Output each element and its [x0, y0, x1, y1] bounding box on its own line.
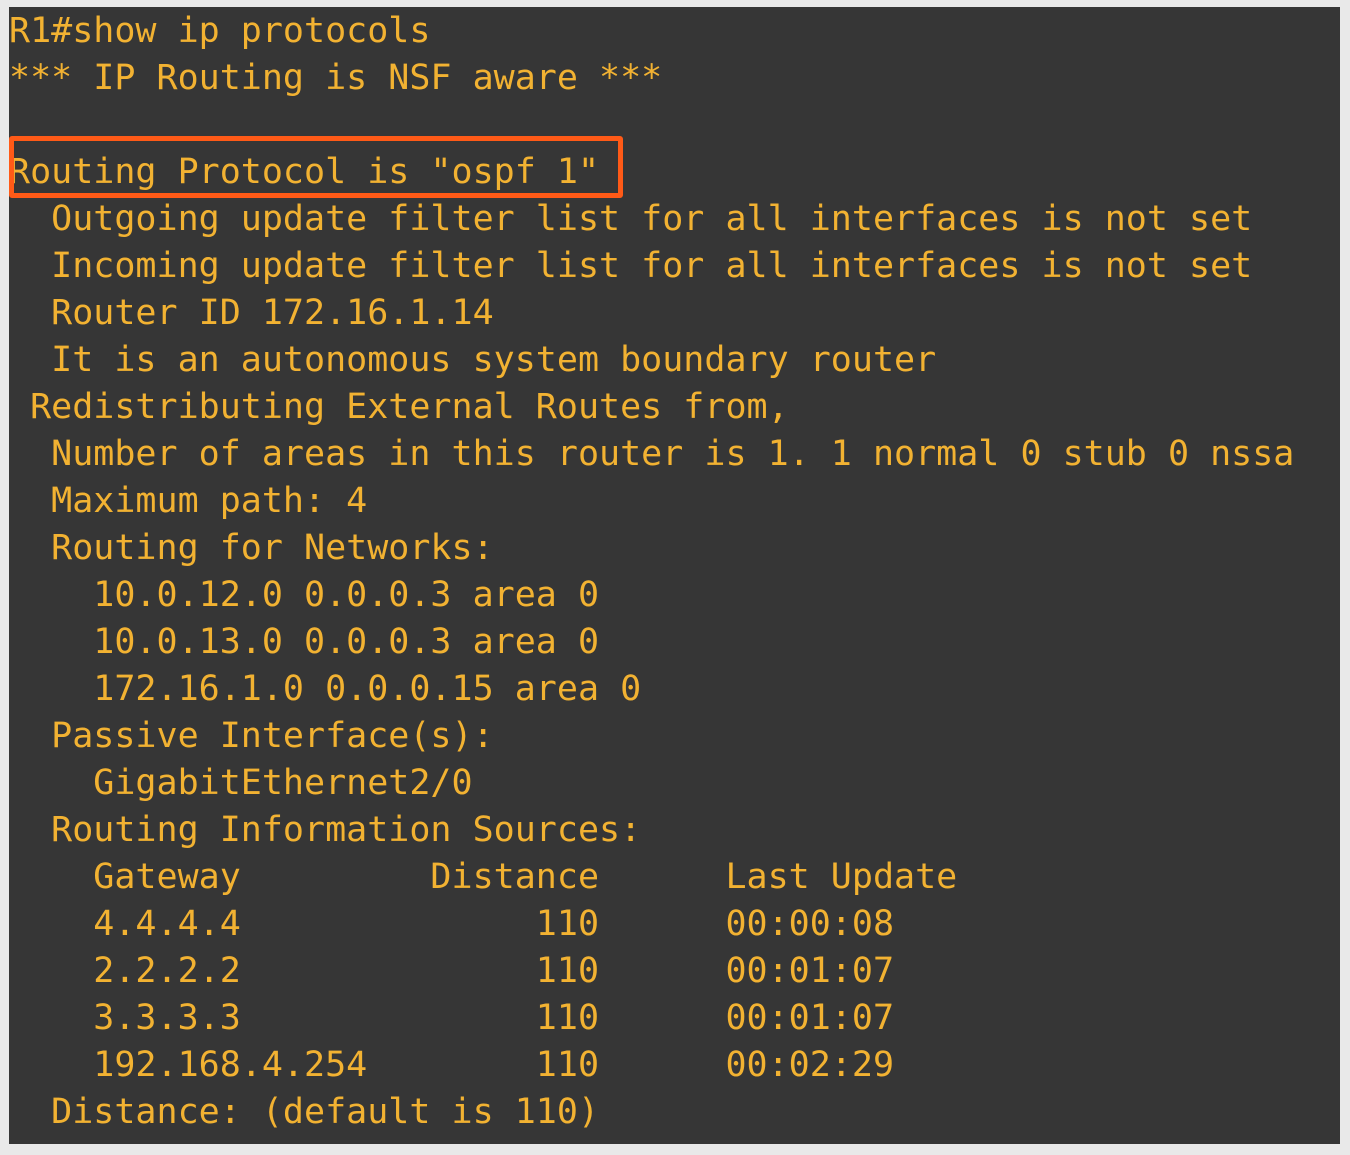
sources-table-row: 2.2.2.2 110 00:01:07	[9, 951, 895, 991]
passive-interface-heading: Passive Interface(s):	[9, 716, 494, 756]
areas-line: Number of areas in this router is 1. 1 n…	[9, 434, 1295, 474]
network-entry: 172.16.1.0 0.0.0.15 area 0	[9, 669, 642, 709]
maximum-path-line: Maximum path: 4	[9, 481, 368, 521]
command-prompt-line: R1#show ip protocols	[9, 11, 431, 51]
terminal-window: R1#show ip protocols *** IP Routing is N…	[9, 7, 1340, 1144]
routing-networks-heading: Routing for Networks:	[9, 528, 494, 568]
network-entry: 10.0.12.0 0.0.0.3 area 0	[9, 575, 600, 615]
sources-table-row: 192.168.4.254 110 00:02:29	[9, 1045, 895, 1085]
redistributing-line: Redistributing External Routes from,	[9, 387, 789, 427]
info-sources-heading: Routing Information Sources:	[9, 810, 642, 850]
outgoing-filter-line: Outgoing update filter list for all inte…	[9, 199, 1253, 239]
sources-table-header: Gateway Distance Last Update	[9, 857, 958, 897]
distance-default-line: Distance: (default is 110)	[9, 1092, 600, 1132]
asbr-line: It is an autonomous system boundary rout…	[9, 340, 937, 380]
nsf-aware-line: *** IP Routing is NSF aware ***	[9, 58, 663, 98]
router-id-line: Router ID 172.16.1.14	[9, 293, 494, 333]
passive-interface-entry: GigabitEthernet2/0	[9, 763, 473, 803]
network-entry: 10.0.13.0 0.0.0.3 area 0	[9, 622, 600, 662]
sources-table-row: 4.4.4.4 110 00:00:08	[9, 904, 895, 944]
sources-table-row: 3.3.3.3 110 00:01:07	[9, 998, 895, 1038]
routing-protocol-highlight	[9, 136, 623, 198]
incoming-filter-line: Incoming update filter list for all inte…	[9, 246, 1253, 286]
